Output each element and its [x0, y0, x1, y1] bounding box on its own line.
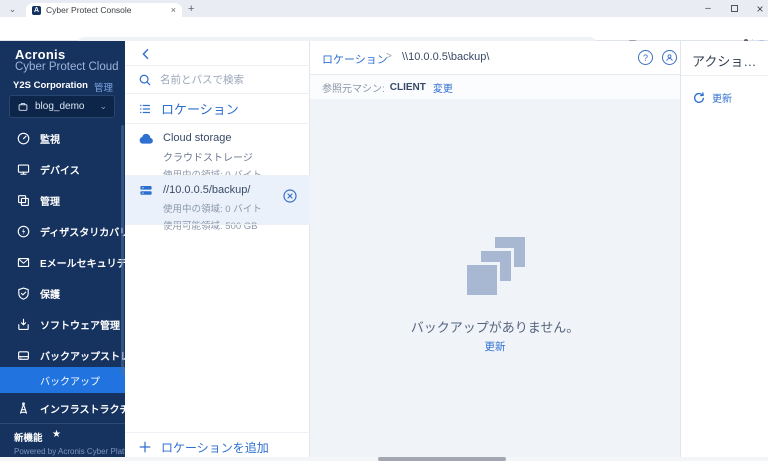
plus-icon — [138, 440, 152, 454]
main-content: ロケーション > \\10.0.0.5\backup\ ? 参照元マシン: CL… — [310, 41, 680, 461]
sidebar-item-protection[interactable]: 保護 — [0, 278, 122, 309]
whats-new-link[interactable]: 新機能 — [14, 430, 43, 444]
browser-window: A Cyber Protect Console jp-cloud.acronis… — [0, 0, 768, 461]
briefcase-icon — [18, 102, 28, 111]
browser-toolbar: jp-cloud.acronis.com/ui/#/backup-console… — [0, 17, 768, 55]
sidebar-item-monitoring[interactable]: 監視 — [0, 123, 122, 154]
new-tab-button[interactable] — [188, 3, 194, 15]
search-icon — [138, 73, 152, 87]
location-title: Cloud storage — [163, 132, 232, 144]
no-backups-icon — [467, 237, 525, 295]
sidebar-subitem-label: バックアップ — [40, 376, 100, 388]
actions-title: アクショ… — [692, 54, 757, 69]
devices-icon — [15, 162, 31, 178]
sidebar-item-disaster-recovery[interactable]: ディザスタリカバリ — [0, 216, 129, 247]
email-security-icon — [15, 255, 31, 271]
infrastructure-icon — [15, 401, 31, 417]
brand-product: Cyber Protect Cloud — [15, 61, 119, 73]
tab-list-chevron-icon[interactable] — [4, 3, 21, 16]
change-machine-link[interactable]: 変更 — [433, 80, 453, 95]
disaster-recovery-icon — [15, 224, 31, 240]
management-icon — [15, 193, 31, 209]
tab-title: Cyber Protect Console — [46, 5, 132, 15]
sidebar-item-email-security[interactable]: Eメールセキュリティ — [0, 247, 136, 278]
sidebar-subitem-backup-selected[interactable]: バックアップ — [0, 367, 125, 393]
refresh-action-button[interactable]: 更新 — [692, 90, 732, 105]
source-machine-row: 参照元マシン: CLIENT 変更 — [310, 75, 680, 99]
cloud-icon — [138, 132, 154, 146]
org-manage-link[interactable]: 管理 — [94, 80, 113, 94]
sidebar-scrollbar[interactable] — [121, 125, 124, 375]
help-icon[interactable]: ? — [638, 50, 653, 65]
breadcrumb: ロケーション > \\10.0.0.5\backup\ ? — [310, 41, 680, 75]
sidebar-divider — [0, 423, 125, 424]
source-machine-name: CLIENT — [389, 81, 426, 93]
org-name: Y2S Corporation — [13, 80, 88, 91]
browser-tab[interactable]: A Cyber Protect Console — [26, 3, 182, 17]
acronis-favicon-icon: A — [32, 5, 41, 15]
breadcrumb-locations-link[interactable]: ロケーション — [322, 51, 388, 67]
location-subtitle: クラウドストレージ — [163, 153, 253, 164]
refresh-icon — [692, 91, 706, 105]
software-management-icon — [15, 317, 31, 333]
sidebar: Acronis Cyber Protect Cloud Y2S Corporat… — [0, 41, 150, 461]
actions-panel: アクショ… 更新 — [680, 41, 768, 461]
breadcrumb-separator: > — [386, 51, 392, 62]
source-machine-label: 参照元マシン: — [322, 83, 385, 95]
location-search[interactable] — [125, 66, 310, 93]
refresh-action-label: 更新 — [712, 94, 732, 105]
horizontal-scrollbar[interactable] — [0, 457, 768, 461]
machine-selector-dropdown[interactable]: blog_demo — [9, 95, 115, 118]
location-used-space: 使用中の領域: 0 バイト — [163, 204, 262, 215]
maximize-icon — [730, 5, 738, 12]
location-item-network-share[interactable]: //10.0.0.5/backup/ 使用中の領域: 0 バイト 使用可能領域:… — [125, 176, 310, 232]
search-input[interactable] — [160, 73, 300, 86]
network-share-icon — [138, 184, 154, 198]
empty-state: バックアップがありません。 更新 — [310, 99, 680, 461]
locations-header: ロケーション — [125, 94, 310, 123]
backup-storage-icon — [15, 348, 31, 364]
shield-check-icon — [15, 286, 31, 302]
location-available-space: 使用可能領域: 500 GB — [163, 221, 258, 232]
sidebar-item-software-management[interactable]: ソフトウェア管理 — [0, 309, 122, 340]
chevron-down-icon — [99, 101, 107, 112]
add-location-label: ロケーションを追加 — [161, 440, 269, 455]
account-icon[interactable] — [662, 50, 677, 65]
brand-acronis: Acronis — [15, 47, 66, 62]
star-icon — [52, 429, 61, 440]
powered-by-text: Powered by Acronis Cyber Platform — [14, 447, 141, 456]
locations-header-label: ロケーション — [161, 102, 239, 117]
breadcrumb-current: \\10.0.0.5\backup\ — [402, 51, 490, 63]
gauge-icon — [15, 131, 31, 147]
window-close-button[interactable] — [748, 0, 768, 17]
remove-location-icon[interactable] — [282, 188, 298, 204]
cyber-protect-console: Acronis Cyber Protect Cloud Y2S Corporat… — [0, 41, 768, 461]
no-backups-message: バックアップがありません。 — [410, 320, 580, 335]
actions-divider — [681, 75, 768, 76]
horizontal-scrollbar-thumb[interactable] — [378, 457, 506, 461]
location-title: //10.0.0.5/backup/ — [163, 184, 251, 196]
window-minimize-button[interactable] — [696, 0, 720, 17]
window-maximize-button[interactable] — [722, 0, 746, 17]
machine-selector-label: blog_demo — [35, 101, 85, 112]
tab-strip: A Cyber Protect Console — [0, 0, 768, 17]
refresh-link[interactable]: 更新 — [310, 339, 680, 354]
locations-panel: ロケーション Cloud storage クラウドストレージ 使用中の領域: 0… — [125, 41, 310, 461]
back-chevron-icon[interactable] — [138, 46, 156, 64]
tab-close-icon[interactable] — [171, 5, 176, 15]
sidebar-item-devices[interactable]: デバイス — [0, 154, 122, 185]
list-icon — [138, 102, 152, 116]
sidebar-item-infrastructure[interactable]: インフラストラクチャ — [0, 393, 139, 424]
sidebar-item-management[interactable]: 管理 — [0, 185, 122, 216]
